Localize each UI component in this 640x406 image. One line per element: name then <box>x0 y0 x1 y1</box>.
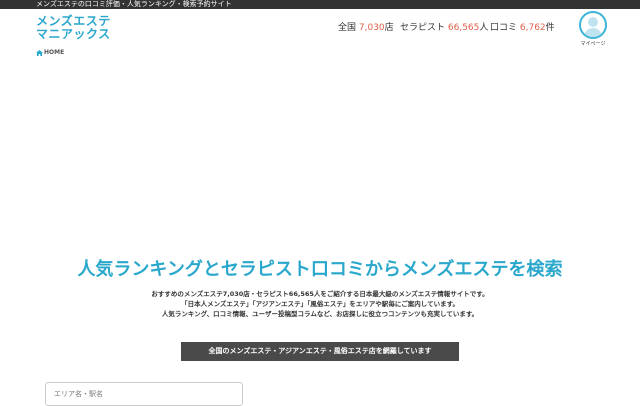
coverage-banner: 全国のメンズエステ・アジアンエステ・風俗エステ店を網羅しています <box>181 342 459 361</box>
site-logo[interactable]: メンズエステ マニアックス <box>36 15 111 41</box>
mypage-label: マイページ <box>580 41 606 47</box>
top-bar: メンズエステの口コミ評価・人気ランキング・検索予約サイト <box>0 0 640 9</box>
hero-desc-line-2: 「日本人メンズエステ」「アジアンエステ」「風俗エステ」をエリアや駅毎にご案内して… <box>181 300 459 308</box>
stat-therapists-unit: 人 <box>479 23 489 33</box>
stat-reviews-unit: 件 <box>545 23 555 33</box>
hero-description: おすすめのメンズエステ7,030店・セラピスト66,565人をご紹介する日本最大… <box>0 289 640 319</box>
area-station-search-input[interactable] <box>45 382 243 406</box>
stat-shops-label: 全国 <box>338 23 357 33</box>
mypage-button[interactable]: マイページ <box>578 11 608 47</box>
stat-reviews-label: 口コミ <box>490 23 518 33</box>
site-header: メンズエステ マニアックス 全国 7,030店 セラピスト 66,565人 口コ… <box>0 9 640 47</box>
stat-shops-value: 7,030 <box>358 23 385 33</box>
breadcrumb-home[interactable]: HOME <box>44 49 64 56</box>
user-avatar-icon <box>579 11 607 39</box>
logo-line-2: マニアックス <box>36 27 111 41</box>
stat-shops: 全国 7,030店 <box>338 20 394 33</box>
breadcrumb: HOME <box>36 49 64 56</box>
stat-reviews: 口コミ 6,762件 <box>490 20 555 33</box>
stat-shops-unit: 店 <box>384 23 394 33</box>
hero-desc-line-3: 人気ランキング、口コミ情報、ユーザー投稿型コラムなど、お店探しに役立つコンテンツ… <box>161 310 479 318</box>
hero-desc-line-1: おすすめのメンズエステ7,030店・セラピスト66,565人をご紹介する日本最大… <box>151 290 489 298</box>
stat-therapists-label: セラピスト <box>400 23 446 33</box>
home-icon <box>36 49 43 56</box>
stat-therapists-value: 66,565 <box>447 23 480 33</box>
stat-therapists: セラピスト 66,565人 <box>400 20 488 33</box>
site-tagline: メンズエステの口コミ評価・人気ランキング・検索予約サイト <box>36 0 232 8</box>
stat-reviews-value: 6,762 <box>519 23 546 33</box>
hero-title: 人気ランキングとセラピスト口コミからメンズエステを検索 <box>77 259 563 280</box>
